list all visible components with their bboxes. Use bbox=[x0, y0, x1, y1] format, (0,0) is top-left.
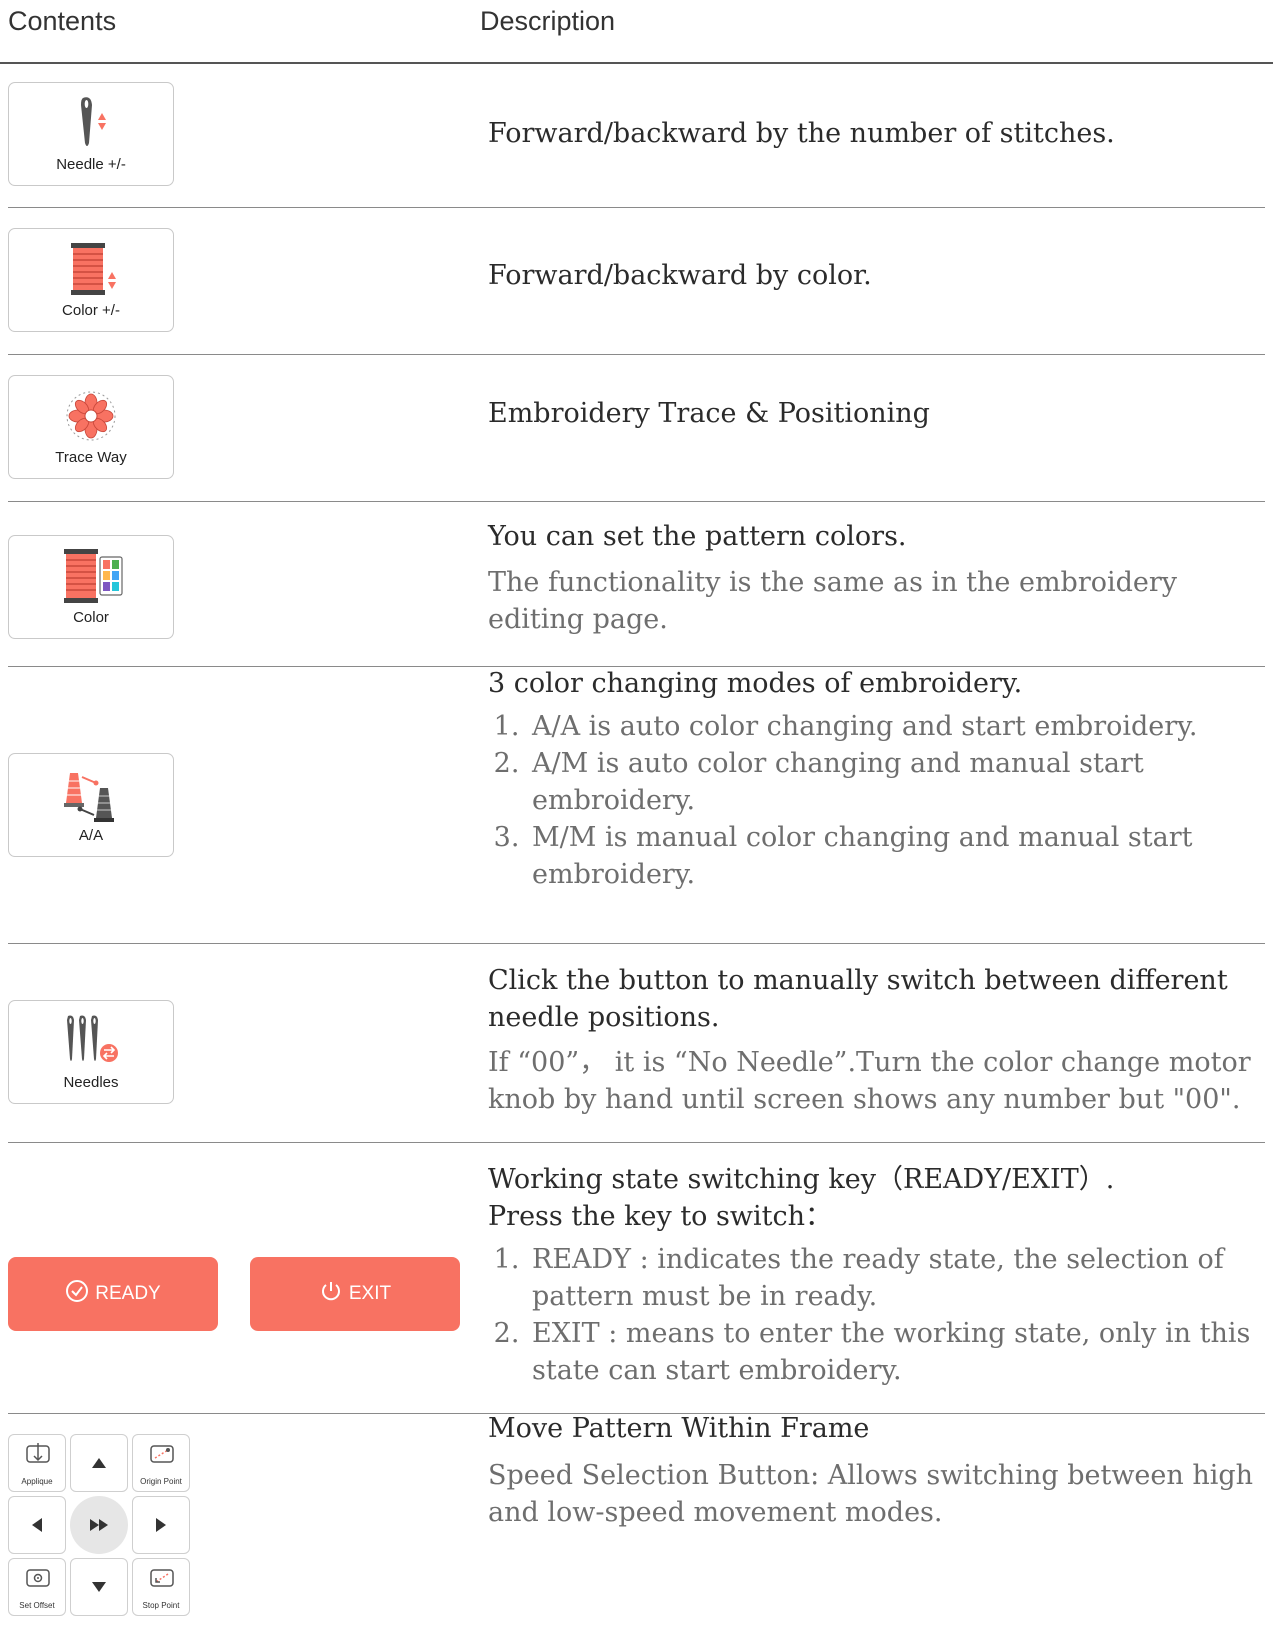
aa-mode-button[interactable]: A/A bbox=[8, 753, 174, 857]
state-list: READY : indicates the ready state, the s… bbox=[488, 1241, 1268, 1389]
applique-button[interactable]: Applique bbox=[8, 1434, 66, 1492]
table-row: Trace Way Embroidery Trace & Positioning bbox=[8, 355, 1265, 502]
move-left-button[interactable] bbox=[8, 1496, 66, 1554]
table-header: Contents Description bbox=[0, 0, 1273, 64]
arrow-left-icon bbox=[9, 1497, 65, 1553]
ready-button[interactable]: READY bbox=[8, 1257, 218, 1331]
description-subtext: If “00”， it is “No Needle”.Turn the colo… bbox=[488, 1047, 1251, 1115]
row-description: Click the button to manually switch betw… bbox=[488, 962, 1268, 1118]
list-item: EXIT : means to enter the working state,… bbox=[528, 1315, 1268, 1389]
needles-switch-icon bbox=[9, 1009, 173, 1073]
description-text: Embroidery Trace & Positioning bbox=[488, 398, 930, 429]
fast-forward-icon bbox=[70, 1496, 128, 1554]
row-description: Move Pattern Within Frame Speed Selectio… bbox=[488, 1410, 1268, 1531]
description-text: You can set the pattern colors. bbox=[488, 521, 907, 552]
table-row: A/A 3 color changing modes of embroidery… bbox=[8, 667, 1265, 944]
description-text: 3 color changing modes of embroidery. bbox=[488, 668, 1023, 699]
description-text-2: Press the key to switch： bbox=[488, 1201, 832, 1232]
color-plus-minus-button[interactable]: Color +/- bbox=[8, 228, 174, 332]
contents-heading: Contents bbox=[8, 6, 117, 36]
stop-point-label: Stop Point bbox=[142, 1601, 180, 1610]
list-item: M/M is manual color changing and manual … bbox=[528, 819, 1268, 893]
list-item: READY : indicates the ready state, the s… bbox=[528, 1241, 1268, 1315]
origin-point-icon bbox=[150, 1445, 174, 1463]
needles-label: Needles bbox=[63, 1074, 119, 1091]
move-pad: Applique Origin Point Set Offset Stop Po… bbox=[8, 1434, 190, 1616]
row-description: You can set the pattern colors. The func… bbox=[488, 518, 1268, 638]
aa-label: A/A bbox=[78, 827, 104, 844]
table-row: READY EXIT Working state switching key（R… bbox=[8, 1143, 1265, 1414]
description-text: Click the button to manually switch betw… bbox=[488, 965, 1228, 1033]
trace-way-button[interactable]: Trace Way bbox=[8, 375, 174, 479]
needle-button[interactable]: Needle +/- bbox=[8, 82, 174, 186]
origin-point-button[interactable]: Origin Point bbox=[132, 1434, 190, 1492]
row-description: Working state switching key（READY/EXIT）.… bbox=[488, 1161, 1268, 1389]
flower-trace-icon bbox=[9, 384, 173, 448]
color-button[interactable]: Color bbox=[8, 535, 174, 639]
needles-button[interactable]: Needles bbox=[8, 1000, 174, 1104]
spool-palette-icon bbox=[9, 544, 173, 608]
mode-list: A/A is auto color changing and start emb… bbox=[488, 708, 1268, 893]
description-text: Forward/backward by color. bbox=[488, 260, 872, 291]
description-heading: Description bbox=[480, 6, 616, 36]
arrow-up-icon bbox=[71, 1435, 127, 1491]
table-row: Applique Origin Point Set Offset Stop Po… bbox=[8, 1413, 1265, 1650]
arrow-down-icon bbox=[71, 1559, 127, 1615]
exit-label: EXIT bbox=[348, 1283, 392, 1304]
set-offset-label: Set Offset bbox=[19, 1601, 55, 1610]
check-circle-icon bbox=[65, 1279, 89, 1309]
table-row: Needle +/- Forward/backward by the numbe… bbox=[8, 63, 1265, 208]
applique-icon bbox=[26, 1443, 50, 1463]
table-row: Color You can set the pattern colors. Th… bbox=[8, 502, 1265, 667]
description-subtext: Speed Selection Button: Allows switching… bbox=[488, 1460, 1254, 1528]
description-text: Move Pattern Within Frame bbox=[488, 1413, 870, 1444]
row-description: 3 color changing modes of embroidery. A/… bbox=[488, 665, 1268, 893]
speed-toggle-button[interactable] bbox=[70, 1496, 128, 1554]
stop-point-button[interactable]: Stop Point bbox=[132, 1558, 190, 1616]
move-down-button[interactable] bbox=[70, 1558, 128, 1616]
applique-label: Applique bbox=[21, 1477, 53, 1486]
color-plus-minus-label: Color +/- bbox=[62, 302, 120, 319]
row-description: Embroidery Trace & Positioning bbox=[488, 395, 1268, 432]
set-offset-button[interactable]: Set Offset bbox=[8, 1558, 66, 1616]
needle-updown-icon bbox=[9, 91, 173, 155]
arrow-right-icon bbox=[133, 1497, 189, 1553]
power-icon bbox=[319, 1279, 343, 1309]
thread-spool-updown-icon bbox=[9, 237, 173, 301]
move-up-button[interactable] bbox=[70, 1434, 128, 1492]
ready-label: READY bbox=[95, 1283, 161, 1304]
description-text: Forward/backward by the number of stitch… bbox=[488, 118, 1115, 149]
needle-label: Needle +/- bbox=[56, 156, 126, 173]
row-description: Forward/backward by the number of stitch… bbox=[488, 115, 1268, 152]
description-subtext: The functionality is the same as in the … bbox=[488, 567, 1178, 635]
origin-point-label: Origin Point bbox=[140, 1477, 182, 1486]
color-label: Color bbox=[73, 609, 109, 626]
description-text: Working state switching key（READY/EXIT）. bbox=[488, 1164, 1115, 1195]
color-change-mode-icon bbox=[9, 762, 173, 826]
set-offset-icon bbox=[26, 1569, 50, 1587]
table-row: Needles Click the button to manually swi… bbox=[8, 944, 1265, 1143]
move-right-button[interactable] bbox=[132, 1496, 190, 1554]
list-item: A/A is auto color changing and start emb… bbox=[528, 708, 1268, 745]
table-row: Color +/- Forward/backward by color. bbox=[8, 208, 1265, 355]
stop-point-icon bbox=[150, 1569, 174, 1587]
row-description: Forward/backward by color. bbox=[488, 257, 1268, 294]
list-item: A/M is auto color changing and manual st… bbox=[528, 745, 1268, 819]
trace-way-label: Trace Way bbox=[55, 449, 127, 466]
exit-button[interactable]: EXIT bbox=[250, 1257, 460, 1331]
